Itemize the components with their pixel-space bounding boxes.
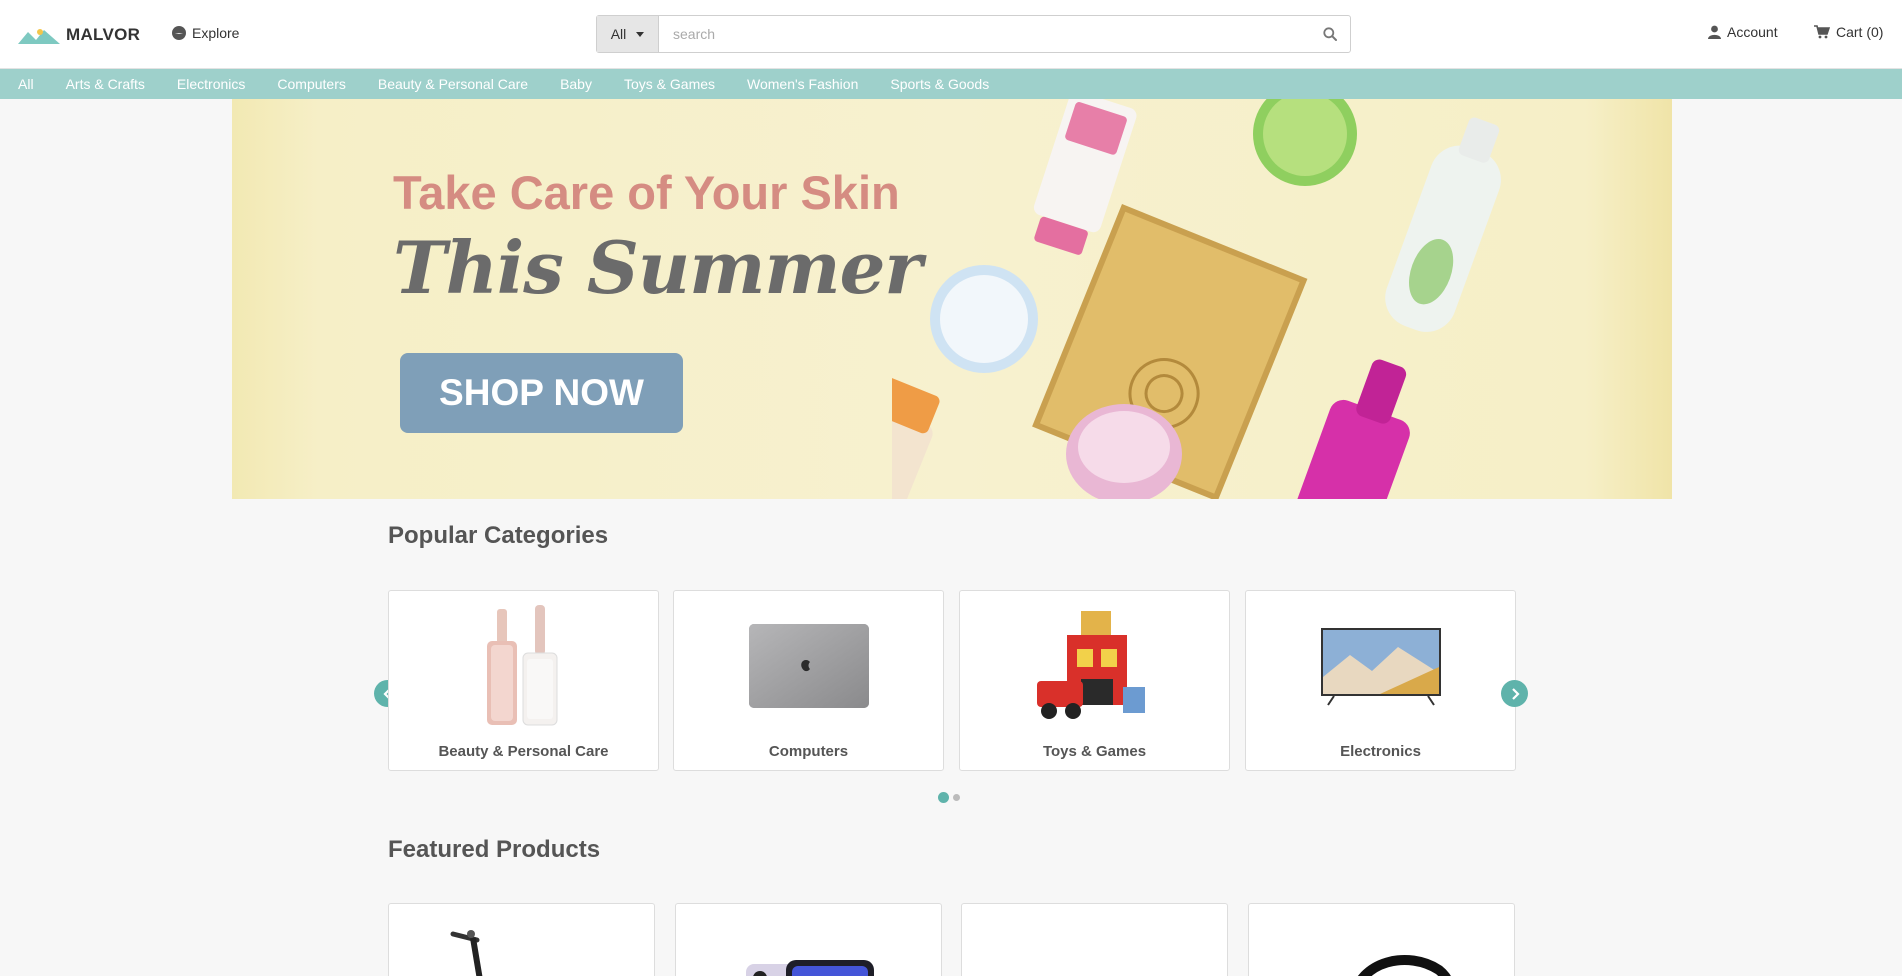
logo[interactable]: MALVOR	[18, 24, 140, 46]
search-bar: All	[596, 15, 1351, 53]
popular-categories-title: Popular Categories	[388, 522, 609, 549]
cart-icon	[1814, 25, 1830, 39]
lip-gloss-image	[486, 605, 557, 726]
category-card-electronics[interactable]: Electronics	[1245, 590, 1516, 771]
user-icon	[1708, 25, 1721, 39]
skincare-products-image	[892, 99, 1501, 499]
category-card-toys[interactable]: Toys & Games	[959, 590, 1230, 771]
category-label: Beauty & Personal Care	[438, 743, 609, 760]
hero-subtitle: This Summer	[393, 225, 922, 310]
nav-item-computers[interactable]: Computers	[267, 76, 355, 92]
hero-banner[interactable]: Take Care of Your Skin This Summer SHOP …	[232, 99, 1672, 499]
category-nav: All Arts & Crafts Electronics Computers …	[0, 69, 1902, 99]
search-button[interactable]	[1310, 16, 1350, 52]
featured-products-title: Featured Products	[388, 836, 601, 863]
explore-label: Explore	[192, 25, 240, 41]
nav-item-beauty[interactable]: Beauty & Personal Care	[368, 76, 538, 92]
featured-product-card[interactable]	[961, 903, 1228, 976]
top-header: MALVOR Explore All Account	[0, 0, 1902, 69]
shop-now-button[interactable]: SHOP NOW	[400, 353, 683, 433]
nav-item-sports-goods[interactable]: Sports & Goods	[880, 76, 999, 92]
scooter-image	[450, 930, 483, 976]
mountain-logo-icon	[18, 29, 60, 44]
explore-link[interactable]: Explore	[172, 25, 239, 41]
featured-product-card[interactable]	[388, 903, 655, 976]
nav-item-all[interactable]: All	[8, 76, 44, 92]
cart-link[interactable]: Cart (0)	[1814, 24, 1883, 40]
search-icon	[1323, 27, 1337, 41]
nav-item-arts-crafts[interactable]: Arts & Crafts	[56, 76, 155, 92]
search-input[interactable]	[659, 16, 1310, 52]
search-category-dropdown[interactable]: All	[597, 16, 659, 52]
category-label: Electronics	[1340, 743, 1421, 760]
featured-product-card[interactable]	[675, 903, 942, 976]
chevron-right-icon	[1511, 687, 1520, 700]
nav-item-toys-games[interactable]: Toys & Games	[614, 76, 725, 92]
carousel-next-button[interactable]	[1501, 680, 1528, 707]
carousel-dot-1[interactable]	[938, 792, 949, 803]
compass-icon	[172, 26, 186, 40]
account-link[interactable]: Account	[1708, 24, 1778, 40]
account-label: Account	[1727, 24, 1778, 40]
nav-item-baby[interactable]: Baby	[550, 76, 602, 92]
category-card-beauty[interactable]: Beauty & Personal Care	[388, 590, 659, 771]
carousel-dot-2[interactable]	[953, 794, 960, 801]
laptop-image	[748, 624, 869, 708]
fire-station-toy-image	[1036, 611, 1145, 719]
category-card-computers[interactable]: Computers	[673, 590, 944, 771]
cart-label: Cart (0)	[1836, 24, 1884, 40]
featured-product-card[interactable]	[1248, 903, 1515, 976]
cable-image	[1358, 955, 1451, 976]
category-label: Toys & Games	[1042, 743, 1147, 760]
carousel-pagination	[938, 792, 960, 803]
smartphone-image	[746, 960, 874, 976]
brand-name: MALVOR	[66, 25, 141, 44]
caret-down-icon	[636, 31, 645, 37]
hero-title: Take Care of Your Skin	[393, 166, 900, 219]
category-label: Computers	[768, 743, 849, 760]
tv-image	[1320, 628, 1441, 706]
search-category-value: All	[610, 26, 627, 42]
nav-item-womens-fashion[interactable]: Women's Fashion	[737, 76, 868, 92]
nav-item-electronics[interactable]: Electronics	[167, 76, 255, 92]
